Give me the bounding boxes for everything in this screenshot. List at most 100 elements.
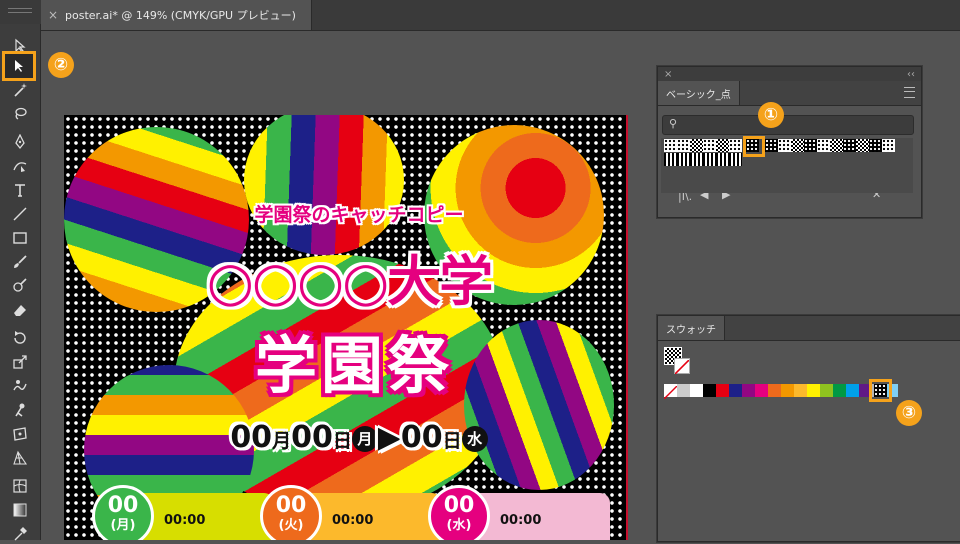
mesh-tool-icon[interactable] bbox=[9, 476, 31, 496]
warp-tool-icon[interactable] bbox=[9, 376, 31, 396]
paintbrush-tool-icon[interactable] bbox=[9, 252, 31, 272]
day-circle-2: 00 (火) bbox=[260, 485, 322, 540]
color-swatch[interactable] bbox=[846, 384, 859, 397]
color-swatch[interactable] bbox=[742, 384, 755, 397]
festival-dates: 00月00日月 ▶00日水 bbox=[179, 420, 539, 455]
day-time: 00:00 bbox=[164, 513, 206, 528]
day-number: 00 bbox=[107, 493, 139, 518]
document-tab-bar: × poster.ai* @ 149% (CMYK/GPU プレビュー) bbox=[0, 0, 960, 31]
day-weekday: (火) bbox=[278, 518, 304, 533]
color-swatch[interactable] bbox=[833, 384, 846, 397]
pattern-row-1b bbox=[765, 139, 895, 152]
stroke-swatch[interactable] bbox=[674, 358, 690, 375]
pattern-swatch[interactable] bbox=[856, 139, 869, 152]
pattern-swatch[interactable] bbox=[830, 139, 843, 152]
pattern-swatch[interactable] bbox=[677, 153, 690, 166]
pattern-swatch[interactable] bbox=[716, 153, 729, 166]
document-tab[interactable]: × poster.ai* @ 149% (CMYK/GPU プレビュー) bbox=[41, 0, 312, 30]
callout-3: ③ bbox=[896, 400, 922, 426]
pattern-swatch[interactable] bbox=[729, 139, 742, 152]
pattern-swatch[interactable] bbox=[882, 139, 895, 152]
pen-tool-icon[interactable] bbox=[9, 132, 31, 152]
shaper-tool-icon[interactable] bbox=[9, 276, 31, 296]
swatch-selection-highlight bbox=[869, 379, 892, 402]
pattern-swatch[interactable] bbox=[843, 139, 856, 152]
curvature-tool-icon[interactable] bbox=[9, 156, 31, 176]
perspective-grid-tool-icon[interactable] bbox=[9, 448, 31, 468]
pattern-row-1 bbox=[664, 139, 742, 152]
pattern-swatch[interactable] bbox=[804, 139, 817, 152]
tab-basic-dots[interactable]: ベーシック_点 bbox=[658, 81, 740, 105]
day-unit-end: 日 bbox=[442, 430, 462, 452]
pattern-swatch[interactable] bbox=[817, 139, 830, 152]
color-swatch[interactable] bbox=[768, 384, 781, 397]
panel-collapse-icon[interactable]: ‹‹ bbox=[907, 69, 915, 80]
pattern-row-2 bbox=[664, 153, 742, 166]
day-unit: 日 bbox=[332, 430, 352, 452]
color-swatch[interactable] bbox=[794, 384, 807, 397]
pattern-swatch[interactable] bbox=[703, 139, 716, 152]
day-number: 00 bbox=[443, 493, 475, 518]
magic-wand-tool-icon[interactable] bbox=[9, 80, 31, 100]
day-circle-3: 00 (水) bbox=[428, 485, 490, 540]
pattern-swatch[interactable] bbox=[677, 139, 690, 152]
rectangle-tool-icon[interactable] bbox=[9, 228, 31, 248]
free-transform-tool-icon[interactable] bbox=[9, 424, 31, 444]
pattern-swatch[interactable] bbox=[690, 139, 703, 152]
pattern-swatch[interactable] bbox=[664, 139, 677, 152]
color-swatch[interactable] bbox=[820, 384, 833, 397]
color-swatch[interactable] bbox=[729, 384, 742, 397]
selection-tool-icon[interactable] bbox=[2, 51, 36, 81]
tab-swatches[interactable]: スウォッチ bbox=[658, 316, 725, 340]
poster-artwork[interactable]: 学園祭のキャッチコピー ○○○○大学 学園祭 00月00日月 ▶00日水 00 (… bbox=[64, 115, 628, 540]
catch-copy: 学園祭のキャッチコピー bbox=[254, 204, 464, 226]
line-tool-icon[interactable] bbox=[9, 204, 31, 224]
color-swatch[interactable] bbox=[690, 384, 703, 397]
scale-tool-icon[interactable] bbox=[9, 352, 31, 372]
pattern-swatch[interactable] bbox=[716, 139, 729, 152]
eraser-tool-icon[interactable] bbox=[9, 300, 31, 320]
pattern-swatch[interactable] bbox=[690, 153, 703, 166]
color-swatches bbox=[690, 384, 898, 397]
color-swatch[interactable] bbox=[755, 384, 768, 397]
panel-header: × ‹‹ bbox=[658, 67, 921, 81]
color-swatch[interactable] bbox=[716, 384, 729, 397]
type-tool-icon[interactable] bbox=[9, 180, 31, 200]
toolbar-grip[interactable] bbox=[8, 8, 32, 13]
pattern-swatch[interactable] bbox=[869, 139, 882, 152]
pattern-swatch[interactable] bbox=[765, 139, 778, 152]
panel-close-icon[interactable]: × bbox=[664, 69, 672, 80]
university-name: ○○○○大学 bbox=[206, 250, 493, 313]
color-swatch-row bbox=[663, 384, 898, 400]
festival-title: 学園祭 bbox=[254, 329, 453, 402]
pattern-swatch[interactable] bbox=[778, 139, 791, 152]
pattern-selection-highlight bbox=[743, 136, 765, 157]
callout-2: ② bbox=[48, 52, 74, 78]
color-swatch[interactable] bbox=[781, 384, 794, 397]
pattern-swatch-grid bbox=[661, 138, 913, 193]
pattern-swatch[interactable] bbox=[791, 139, 804, 152]
eyedropper-tool-icon[interactable] bbox=[9, 524, 31, 544]
lasso-tool-icon[interactable] bbox=[9, 104, 31, 124]
pattern-search-input[interactable]: ⚲ bbox=[662, 115, 914, 135]
panel-menu-icon[interactable] bbox=[904, 87, 915, 98]
color-swatch[interactable] bbox=[703, 384, 716, 397]
none-swatch[interactable] bbox=[663, 384, 678, 400]
pattern-swatch[interactable] bbox=[729, 153, 742, 166]
date-arrow: ▶ bbox=[377, 420, 401, 455]
weekday-start: 月 bbox=[351, 425, 378, 452]
day-time: 00:00 bbox=[500, 513, 542, 528]
day-weekday: (月) bbox=[110, 518, 136, 533]
close-tab-icon[interactable]: × bbox=[41, 8, 65, 22]
gradient-tool-icon[interactable] bbox=[9, 500, 31, 520]
color-swatch[interactable] bbox=[807, 384, 820, 397]
day-time: 00:00 bbox=[332, 513, 374, 528]
day-weekday: (水) bbox=[446, 518, 472, 533]
registration-swatch[interactable] bbox=[677, 384, 690, 397]
month-unit: 月 bbox=[272, 430, 292, 452]
pattern-swatch[interactable] bbox=[664, 153, 677, 166]
pattern-swatch[interactable] bbox=[703, 153, 716, 166]
puppet-warp-tool-icon[interactable] bbox=[9, 400, 31, 420]
day-circle-1: 00 (月) bbox=[92, 485, 154, 540]
rotate-tool-icon[interactable] bbox=[9, 328, 31, 348]
